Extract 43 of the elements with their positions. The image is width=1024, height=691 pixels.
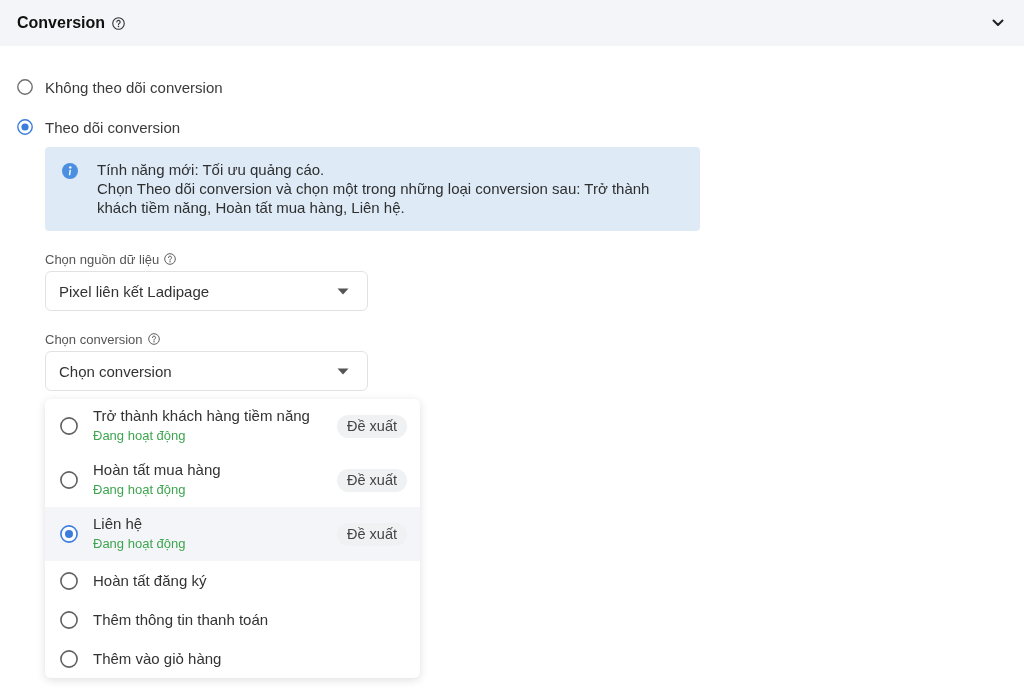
option-title: Hoàn tất mua hàng bbox=[93, 460, 221, 480]
option-title: Hoàn tất đăng ký bbox=[93, 570, 207, 591]
help-icon[interactable] bbox=[112, 16, 125, 30]
radio-button[interactable] bbox=[60, 525, 78, 543]
section-title: Conversion bbox=[17, 14, 105, 32]
banner-text: Chọn Theo dõi conversion và chọn một trong những loại conversion sau: Trở thành khách tiềm năng, Hoàn tất mua hàng, Liên hệ. bbox=[97, 179, 651, 217]
help-icon[interactable] bbox=[164, 253, 177, 265]
section-header[interactable]: Conversion bbox=[0, 0, 1024, 46]
dropdown-option[interactable]: Trở thành khách hàng tiềm năng Đang hoạt động Đề xuất bbox=[45, 399, 420, 453]
option-title: Liên hệ bbox=[93, 514, 144, 534]
field-label: Chọn conversion bbox=[45, 331, 143, 347]
suggestion-badge: Đề xuất bbox=[337, 414, 407, 438]
radio-button[interactable] bbox=[60, 417, 78, 435]
dropdown-option[interactable]: Hoàn tất mua hàng Đang hoạt động Đề xuất bbox=[45, 453, 420, 507]
radio-button[interactable] bbox=[60, 571, 78, 590]
status-text: Đang hoạt động bbox=[93, 427, 187, 445]
chevron-down-icon[interactable] bbox=[992, 19, 1004, 27]
caret-icon bbox=[337, 367, 349, 375]
banner-title: Tính năng mới: Tối ưu quảng cáo. bbox=[97, 160, 326, 179]
option-label[interactable]: Theo dõi conversion bbox=[45, 118, 181, 136]
info-icon bbox=[62, 163, 78, 179]
dropdown-option[interactable]: Thêm thông tin thanh toán bbox=[45, 600, 420, 639]
data-source-select[interactable]: Pixel liên kết Ladipage bbox=[45, 271, 368, 311]
option-title: Thêm thông tin thanh toán bbox=[93, 609, 269, 630]
radio-button[interactable] bbox=[60, 610, 78, 629]
radio-button[interactable] bbox=[60, 649, 78, 668]
help-icon[interactable] bbox=[147, 333, 160, 345]
radio-button[interactable] bbox=[17, 79, 33, 95]
option-label[interactable]: Không theo dõi conversion bbox=[45, 78, 223, 96]
caret-icon bbox=[337, 287, 349, 295]
status-text: Đang hoạt động bbox=[93, 535, 186, 553]
dropdown-option[interactable]: Liên hệ Đang hoạt động Đề xuất bbox=[45, 507, 420, 561]
option-title: Thêm vào giỏ hàng bbox=[93, 648, 222, 669]
dropdown-option[interactable]: Thêm vào giỏ hàng bbox=[45, 639, 420, 678]
suggestion-badge: Đề xuất bbox=[337, 468, 407, 492]
dropdown-option[interactable]: Hoàn tất đăng ký bbox=[45, 561, 420, 600]
radio-button[interactable] bbox=[60, 471, 78, 489]
option-title: Trở thành khách hàng tiềm năng bbox=[93, 406, 310, 426]
suggestion-badge: Đề xuất bbox=[337, 522, 407, 546]
conversion-select[interactable]: Chọn conversion bbox=[45, 351, 368, 391]
radio-button[interactable] bbox=[17, 119, 33, 135]
field-label: Chọn nguồn dữ liệu bbox=[45, 251, 160, 267]
status-text: Đang hoạt động bbox=[93, 481, 187, 499]
